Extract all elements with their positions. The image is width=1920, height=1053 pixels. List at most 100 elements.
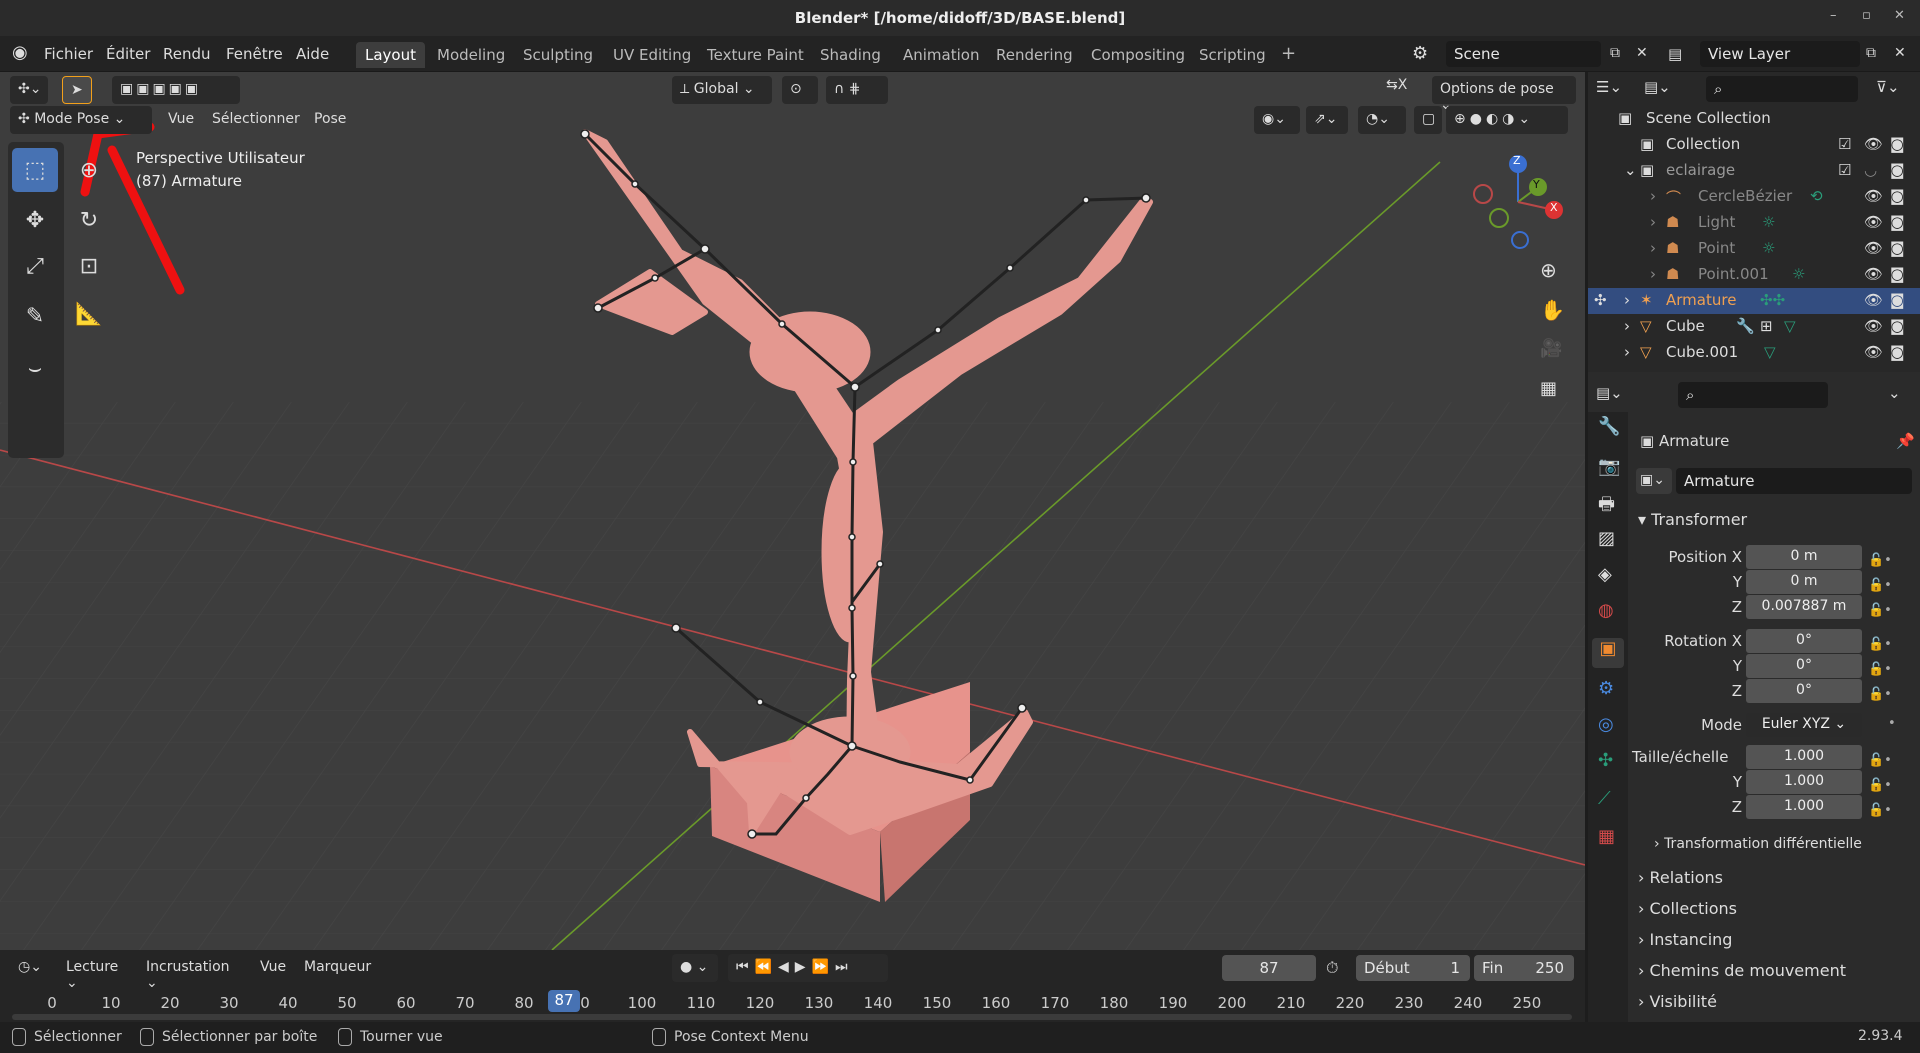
keying-menu[interactable]: Incrustation ⌄ [138,954,246,991]
physics-tab-icon[interactable]: ◎ [1598,714,1614,735]
shading-modes[interactable]: ⊕●◐◑⌄ [1446,106,1568,134]
render-camera-icon[interactable]: ◙ [1890,239,1905,257]
select-box-tool-icon[interactable]: ⬚ [12,148,58,192]
viewport-canvas[interactable] [0,72,1585,950]
menu-file[interactable]: Fichier [44,45,93,63]
playback-controls[interactable]: ⏮⏪◀▶⏩⏭ [728,954,888,982]
outliner-item-light[interactable]: › ☗ Light ☼ 👁 ◙ [1588,210,1920,236]
outliner-search-input[interactable]: ⌕ [1706,76,1858,102]
lock-icons[interactable]: 🔓• 🔓• 🔓• [1868,548,1892,623]
checkbox-icon[interactable]: ☑ [1838,161,1851,179]
render-camera-icon[interactable]: ◙ [1890,187,1905,205]
gizmo-x-label[interactable]: X [1550,201,1558,214]
marker-menu[interactable]: Marqueur [296,954,379,982]
outliner-item-point[interactable]: › ☗ Point ☼ 👁 ◙ [1588,236,1920,262]
menu-help[interactable]: Aide [296,45,329,63]
world-tab-icon[interactable]: ◍ [1598,600,1614,621]
timeline-editor-icon[interactable]: ◷⌄ [10,954,50,982]
maximize-button[interactable]: ▫ [1862,8,1871,23]
eye-icon[interactable]: 👁 [1864,291,1883,309]
rotate-tool-icon[interactable]: ↻ [66,198,112,242]
view-layer-icon[interactable]: ▤ [1668,45,1682,63]
outliner-item-eclairage[interactable]: ⌄ ▣ eclairage ☑ ◡ ◙ [1588,158,1920,184]
relations-section[interactable]: › Relations [1638,868,1723,887]
delete-scene-icon[interactable]: ✕ [1636,45,1648,61]
outliner-item-armature[interactable]: ✣ › ✶ Armature ✣✣ 👁 ◙ [1588,288,1920,314]
eye-icon[interactable]: 👁 [1864,265,1883,283]
collections-section[interactable]: › Collections [1638,899,1737,918]
menu-edit[interactable]: Éditer [106,45,150,63]
outliner-item-cerclebezier[interactable]: › ⌒ CercleBézier ⟲ 👁 ◙ [1588,184,1920,210]
new-scene-icon[interactable]: ⧉ [1610,45,1620,61]
display-mode-icon[interactable]: ▤⌄ [1644,78,1671,96]
add-workspace-button[interactable]: + [1272,42,1305,68]
perspective-grid-icon[interactable]: ▦ [1540,378,1557,399]
current-frame-indicator[interactable]: 87 [548,990,580,1012]
modifier-tab-icon[interactable]: ⚙ [1598,678,1614,699]
tab-texture-paint[interactable]: Texture Paint [698,42,813,68]
position-z-field[interactable]: 0.007887 m [1746,595,1862,619]
orientation-dropdown[interactable]: ⟂ Global ⌄ [672,76,772,104]
properties-options-icon[interactable]: ⌄ [1888,384,1901,402]
annotate-tool-icon[interactable]: ✎ [12,294,58,338]
expand-arrow-icon[interactable]: › [1650,187,1656,205]
cursor-tool-icon[interactable]: ⊕ [66,148,112,192]
move-tool-icon[interactable]: ✥ [12,198,58,242]
pose-options-dropdown[interactable]: Options de pose ⌄ [1432,76,1576,113]
rotation-z-field[interactable]: 0° [1746,679,1862,703]
menu-render[interactable]: Rendu [163,45,211,63]
timeline-scrollbar[interactable] [12,1014,1572,1020]
timeline-view-menu[interactable]: Vue [252,954,294,982]
scale-lock-icons[interactable]: 🔓• 🔓• 🔓• [1868,748,1892,823]
minimize-button[interactable]: – [1830,8,1837,23]
pan-hand-icon[interactable]: ✋ [1540,298,1565,322]
scene-field[interactable]: Scene [1446,41,1601,67]
expand-arrow-icon[interactable]: › [1624,317,1630,335]
eye-icon[interactable]: 👁 [1864,135,1883,153]
render-camera-icon[interactable]: ◙ [1890,343,1905,361]
current-frame-field[interactable]: 87 [1222,955,1316,981]
scale-y-field[interactable]: 1.000 [1746,770,1862,794]
motion-paths-section[interactable]: › Chemins de mouvement [1638,961,1846,980]
scene-icon[interactable]: ⚙ [1412,43,1428,64]
start-frame-field[interactable]: Début 1 [1356,955,1470,981]
3d-viewport[interactable]: Z Y X ✣⌄ ➤ ▣▣▣▣▣ ⟂ Global ⌄ ⊙ ∩ ⋕ ⇆X Opt… [0,72,1585,950]
tab-scripting[interactable]: Scripting [1190,42,1275,68]
outliner-scene-collection[interactable]: ▣ Scene Collection [1588,106,1920,132]
ruler-tool-icon[interactable]: 📐 [66,292,112,336]
tab-animation[interactable]: Animation [894,42,988,68]
expand-arrow-icon[interactable]: › [1650,213,1656,231]
render-camera-icon[interactable]: ◙ [1890,291,1905,309]
pose-x-mirror-icon[interactable]: ⇆X [1378,72,1414,100]
tab-compositing[interactable]: Compositing [1082,42,1194,68]
object-tab-icon[interactable]: ▣ [1592,638,1624,668]
rotation-lock-icons[interactable]: 🔓• 🔓• 🔓• [1868,632,1892,707]
editor-type-button[interactable]: ✣⌄ [10,76,48,104]
visibility-icon[interactable]: ◉⌄ [1254,106,1300,134]
gizmo-z-label[interactable]: Z [1513,154,1521,167]
overlays-icon[interactable]: ◔⌄ [1358,106,1406,134]
properties-search-input[interactable]: ⌕ [1678,382,1828,408]
pose-mode-icon[interactable]: ✣ [1594,291,1607,309]
eye-hidden-icon[interactable]: ◡ [1864,161,1877,179]
checkbox-icon[interactable]: ☑ [1838,135,1851,153]
bone-tab-icon[interactable]: ⟋ [1598,788,1611,809]
filter-icon[interactable]: ⊽⌄ [1876,78,1900,96]
snap-icon[interactable]: ∩ ⋕ [826,76,888,104]
expand-arrow-icon[interactable]: › [1624,343,1630,361]
new-view-layer-icon[interactable]: ⧉ [1866,45,1876,61]
render-camera-icon[interactable]: ◙ [1890,161,1905,179]
scale-tool-icon[interactable]: ⤢ [12,244,58,288]
playback-menu[interactable]: Lecture ⌄ [58,954,138,991]
instancing-section[interactable]: › Instancing [1638,930,1732,949]
record-button[interactable]: ● ⌄ [672,954,718,982]
outliner-item-cube[interactable]: › ▽ Cube 🔧 ⊞ ▽ 👁 ◙ [1588,314,1920,340]
menu-view[interactable]: Vue [160,106,202,134]
armature-data-tab-icon[interactable]: ✣ [1598,750,1613,771]
mode-dropdown[interactable]: ✣ Mode Pose ⌄ [10,106,152,134]
render-camera-icon[interactable]: ◙ [1890,265,1905,283]
mode-keyframe-icon[interactable]: • [1888,716,1896,731]
tool-tab-icon[interactable]: 🔧 [1598,416,1620,437]
eye-icon[interactable]: 👁 [1864,213,1883,231]
scale-z-field[interactable]: 1.000 [1746,795,1862,819]
